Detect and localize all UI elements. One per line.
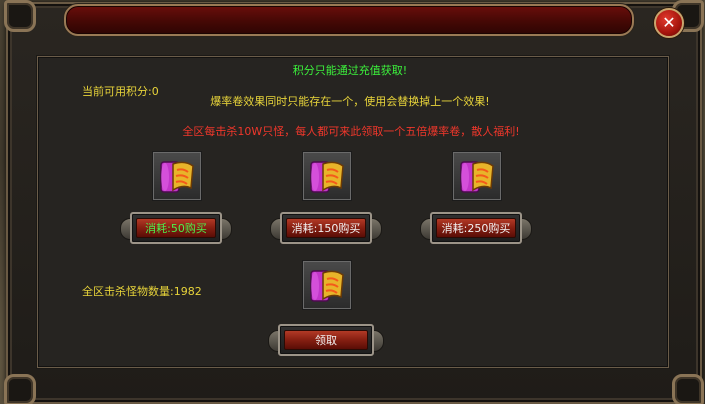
button-frame: 消耗:150购买 [280, 212, 372, 244]
frame-corner [4, 0, 36, 32]
available-points: 当前可用积分:0 [82, 85, 159, 98]
item-slot-1[interactable] [152, 151, 202, 201]
buy-button-50[interactable]: 消耗:50购买 [120, 210, 232, 246]
window-title-bar[interactable] [64, 4, 634, 36]
kill-count: 全区击杀怪物数量:1982 [82, 285, 202, 298]
buy-button-50-label[interactable]: 消耗:50购买 [136, 218, 216, 238]
buy-button-150[interactable]: 消耗:150购买 [270, 210, 382, 246]
recharge-notice: 积分只能通过充值获取! [292, 64, 408, 77]
kill-reward-notice: 全区每击杀10W只怪，每人都可来此领取一个五倍爆率卷，散人福利! [182, 125, 520, 138]
claim-item-slot[interactable] [302, 260, 352, 310]
item-slot-2[interactable] [302, 151, 352, 201]
game-scene: ✕ 积分只能通过充值获取! 当前可用积分:0 爆率卷效果同时只能存在一个，使用会… [0, 0, 705, 404]
scroll-effect-notice: 爆率卷效果同时只能存在一个，使用会替换掉上一个效果! [210, 95, 490, 108]
button-frame: 消耗:250购买 [430, 212, 522, 244]
buy-button-250-label[interactable]: 消耗:250购买 [436, 218, 516, 238]
close-icon: ✕ [662, 13, 676, 32]
claim-button[interactable]: 领取 [268, 322, 384, 358]
scroll-icon [460, 161, 494, 193]
claim-button-label[interactable]: 领取 [284, 330, 368, 350]
close-button[interactable]: ✕ [654, 8, 684, 38]
scroll-icon [160, 161, 194, 193]
buy-button-150-label[interactable]: 消耗:150购买 [286, 218, 366, 238]
frame-corner [4, 374, 36, 404]
button-frame: 消耗:50购买 [130, 212, 222, 244]
buy-button-250[interactable]: 消耗:250购买 [420, 210, 532, 246]
scroll-icon [310, 270, 344, 302]
button-frame: 领取 [278, 324, 374, 356]
scroll-icon [310, 161, 344, 193]
item-slot-3[interactable] [452, 151, 502, 201]
frame-corner [672, 374, 704, 404]
